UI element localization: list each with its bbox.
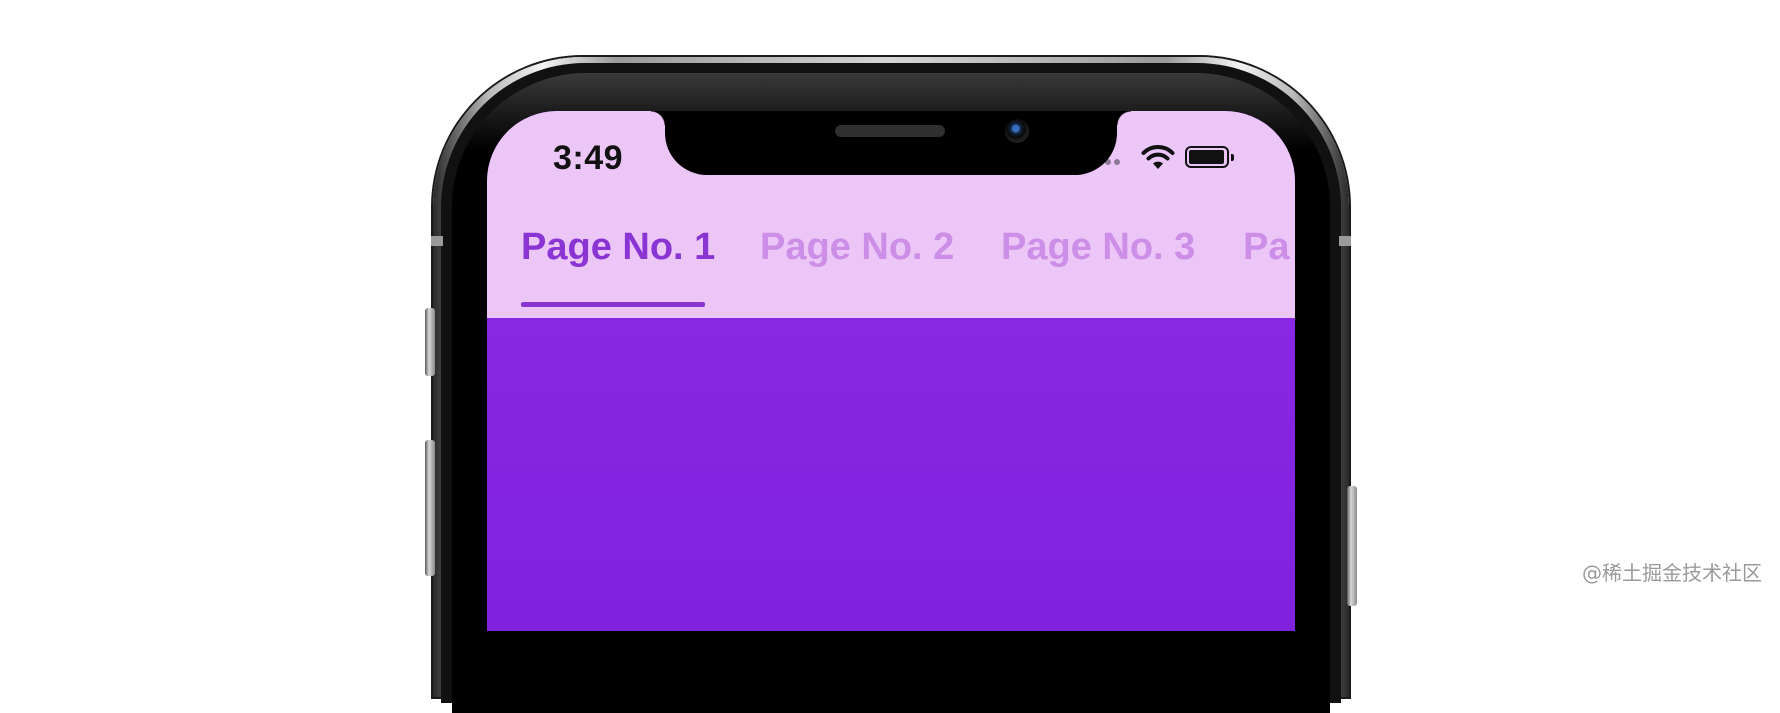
mute-switch <box>425 308 435 376</box>
notch <box>651 111 1131 175</box>
antenna-line-left <box>431 236 443 246</box>
battery-icon <box>1185 146 1234 168</box>
phone-screen: 3:49 Page No. 1 Page No. 2 Page No. 3 Pa <box>487 111 1295 631</box>
tab-page-3[interactable]: Page No. 3 <box>1001 226 1195 286</box>
wifi-icon <box>1141 145 1175 169</box>
power-button <box>1347 486 1357 606</box>
active-tab-indicator <box>521 302 705 307</box>
status-time: 3:49 <box>553 139 624 177</box>
tab-page-1[interactable]: Page No. 1 <box>521 226 715 286</box>
antenna-line-right <box>1339 236 1351 246</box>
page-content <box>487 318 1295 631</box>
volume-up-button <box>425 440 435 576</box>
earpiece-speaker <box>835 125 945 137</box>
tab-page-4[interactable]: Pa <box>1243 226 1289 286</box>
watermark: @稀土掘金技术社区 <box>1582 561 1762 585</box>
tab-bar: Page No. 1 Page No. 2 Page No. 3 Pa <box>487 226 1295 286</box>
front-camera-icon <box>1005 119 1029 143</box>
tab-page-2[interactable]: Page No. 2 <box>760 226 954 286</box>
